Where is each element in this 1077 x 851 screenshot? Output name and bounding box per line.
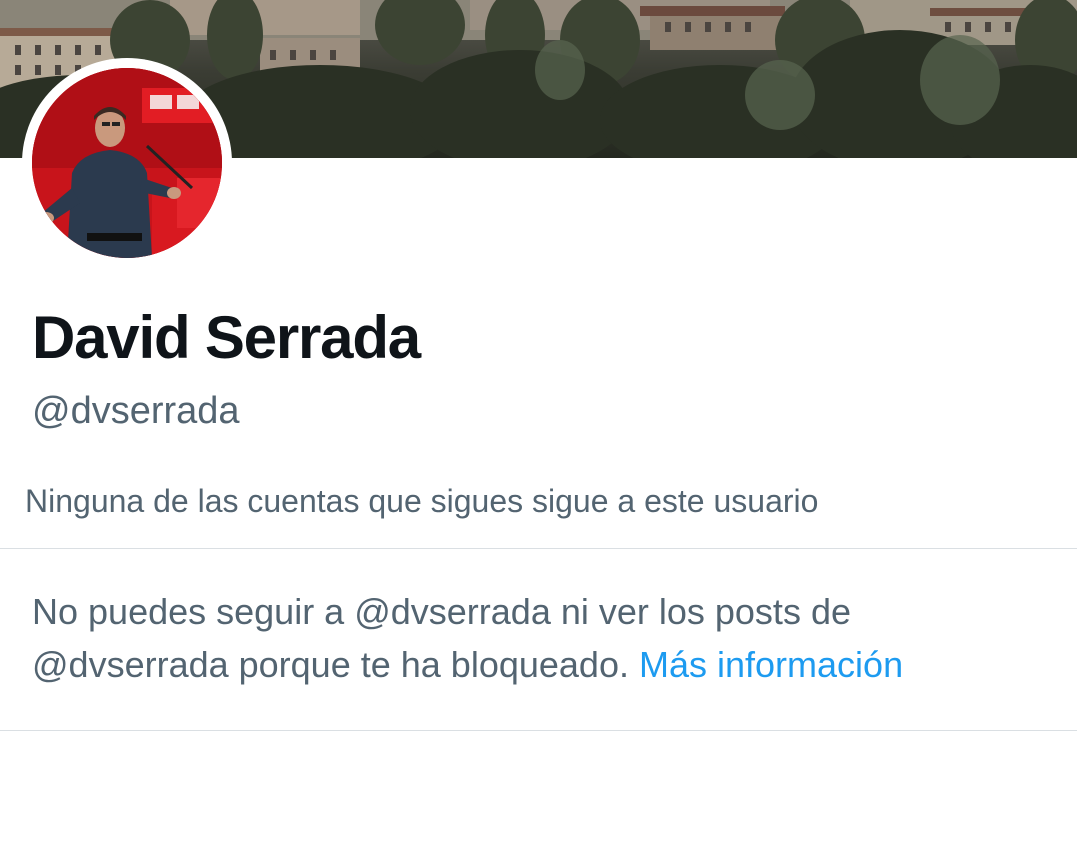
blocked-notice: No puedes seguir a @dvserrada ni ver los… — [32, 585, 1062, 691]
section-divider — [0, 730, 1077, 731]
blocked-notice-text: @dvserrada porque te ha bloqueado. — [32, 644, 629, 685]
more-info-link[interactable]: Más información — [639, 644, 903, 685]
mutual-followers-notice[interactable]: Ninguna de las cuentas que sigues sigue … — [25, 481, 818, 521]
section-divider — [0, 548, 1077, 549]
display-name: David Serrada — [32, 304, 421, 371]
blocked-notice-line-1: No puedes seguir a @dvserrada ni ver los… — [32, 591, 851, 632]
user-handle: @dvserrada — [32, 390, 240, 432]
blocked-notice-line-2: @dvserrada porque te ha bloqueado. Más i… — [32, 638, 1062, 691]
avatar-photo — [32, 68, 222, 258]
avatar[interactable] — [32, 68, 222, 258]
